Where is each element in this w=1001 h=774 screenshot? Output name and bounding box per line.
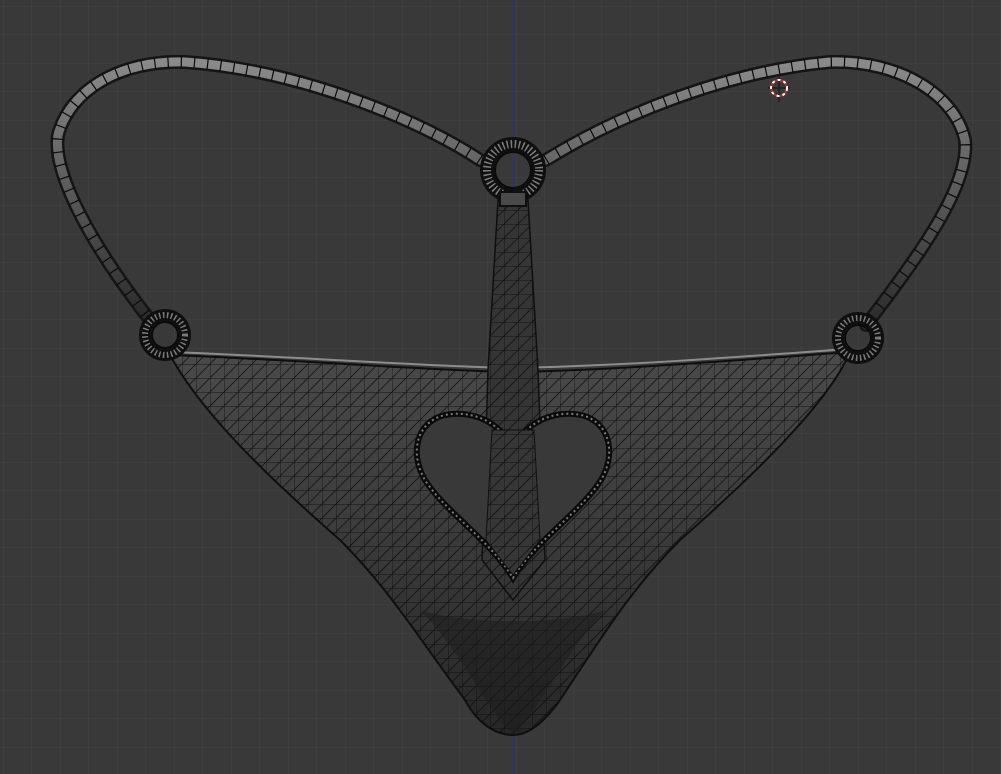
3d-viewport[interactable]	[0, 0, 1001, 774]
